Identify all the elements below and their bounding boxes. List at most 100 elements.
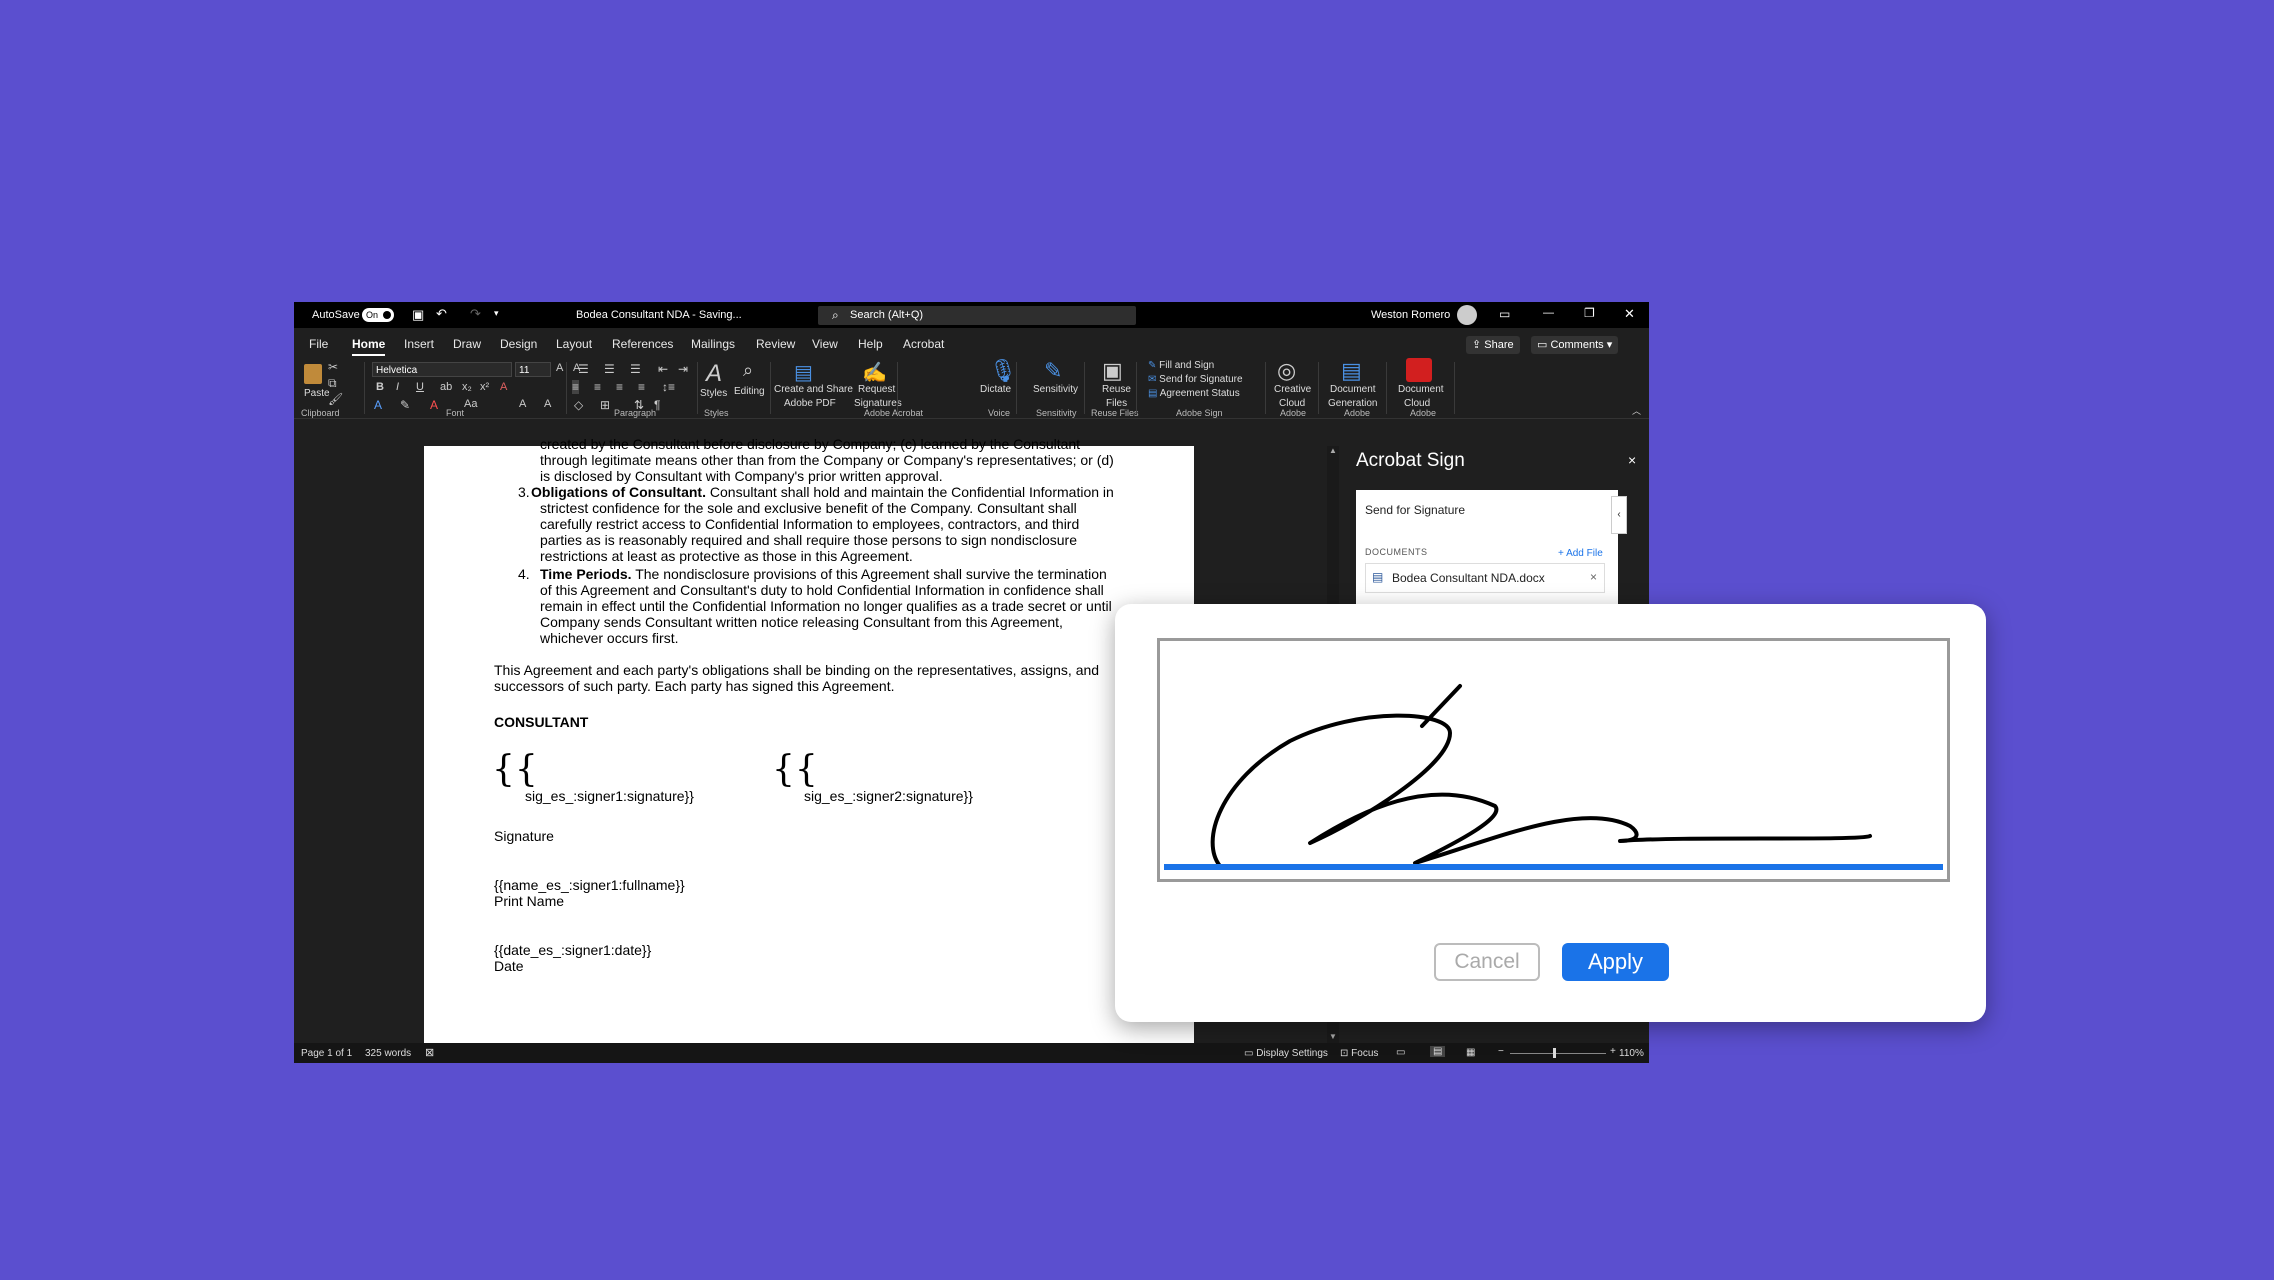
creative-label[interactable]: Creative <box>1274 384 1311 395</box>
proofing-icon[interactable]: ⊠ <box>425 1046 434 1059</box>
editing-label[interactable]: Editing <box>734 386 765 397</box>
pane-close-icon[interactable]: × <box>1628 452 1636 468</box>
align-left-icon[interactable]: ≡ <box>572 380 580 394</box>
cancel-button[interactable]: Cancel <box>1434 943 1540 981</box>
styles-label[interactable]: Styles <box>700 388 727 399</box>
tab-design[interactable]: Design <box>500 337 537 351</box>
redo-icon[interactable]: ↷ <box>470 306 481 322</box>
subscript-icon[interactable]: x₂ <box>462 381 472 393</box>
read-mode-icon[interactable]: ▭ <box>1396 1047 1405 1058</box>
pdf-create-icon[interactable]: ▤ <box>794 360 813 385</box>
zoom-slider-thumb[interactable] <box>1553 1048 1556 1058</box>
grow-font-icon[interactable]: A <box>556 362 563 374</box>
borders-icon[interactable]: ⊞ <box>600 398 610 412</box>
apply-button[interactable]: Apply <box>1562 943 1669 981</box>
italic-icon[interactable]: I <box>396 381 399 393</box>
document-cloud-icon[interactable] <box>1406 358 1432 382</box>
strikethrough-icon[interactable]: ab <box>440 381 452 393</box>
justify-icon[interactable]: ≡ <box>638 380 645 394</box>
search-box[interactable]: ⌕ Search (Alt+Q) <box>818 306 1136 325</box>
tab-mailings[interactable]: Mailings <box>691 337 735 351</box>
shrink-icon[interactable]: A <box>544 398 551 410</box>
tab-draw[interactable]: Draw <box>453 337 481 351</box>
sensitivity-label[interactable]: Sensitivity <box>1033 384 1078 395</box>
ribbon-display-icon[interactable]: ▭ <box>1499 307 1510 321</box>
collapse-ribbon-icon[interactable]: ︿ <box>1632 404 1641 417</box>
clear-format-icon[interactable]: A <box>500 381 507 393</box>
scroll-down-icon[interactable]: ▼ <box>1329 1032 1337 1041</box>
tab-insert[interactable]: Insert <box>404 337 434 351</box>
bold-icon[interactable]: B <box>376 381 384 393</box>
shading-icon[interactable]: ◇ <box>574 398 583 412</box>
text-effects-icon[interactable]: A <box>374 398 382 412</box>
tab-view[interactable]: View <box>812 337 838 351</box>
remove-file-icon[interactable]: × <box>1590 570 1597 584</box>
highlight-icon[interactable]: ✎ <box>400 398 410 412</box>
request-signatures-icon[interactable]: ✍ <box>862 360 887 385</box>
paste-icon[interactable] <box>304 364 322 384</box>
document-generation-icon[interactable]: ▤ <box>1341 358 1362 384</box>
font-color-icon[interactable]: A <box>430 398 438 412</box>
tab-file[interactable]: File <box>309 337 328 351</box>
multilevel-icon[interactable]: ☰ <box>630 362 641 376</box>
numbering-icon[interactable]: ☰ <box>604 362 615 376</box>
dictate-label[interactable]: Dictate <box>980 384 1011 395</box>
customize-icon[interactable]: ▾ <box>494 308 499 319</box>
reuse-files-icon[interactable]: ▣ <box>1102 358 1123 384</box>
document-page[interactable]: created by the Consultant before disclos… <box>424 436 1194 1045</box>
fill-and-sign-item[interactable]: ✎ Fill and Sign <box>1148 360 1214 371</box>
increase-indent-icon[interactable]: ⇥ <box>678 362 688 376</box>
bullets-icon[interactable]: ☰ <box>578 362 589 376</box>
align-right-icon[interactable]: ≡ <box>616 380 623 394</box>
grow-icon[interactable]: A <box>519 398 526 410</box>
font-size-select[interactable]: 11 <box>515 362 551 377</box>
tab-review[interactable]: Review <box>756 337 795 351</box>
superscript-icon[interactable]: x² <box>480 381 489 393</box>
save-icon[interactable]: ▣ <box>412 307 424 323</box>
file-row[interactable]: ▤ Bodea Consultant NDA.docx × <box>1365 563 1605 593</box>
decrease-indent-icon[interactable]: ⇤ <box>658 362 668 376</box>
page-count[interactable]: Page 1 of 1 <box>301 1048 352 1059</box>
tab-help[interactable]: Help <box>858 337 883 351</box>
comments-button[interactable]: ▭ Comments ▾ <box>1531 336 1619 354</box>
tab-layout[interactable]: Layout <box>556 337 592 351</box>
user-name[interactable]: Weston Romero <box>1371 309 1450 321</box>
zoom-out-icon[interactable]: − <box>1498 1046 1504 1057</box>
styles-icon[interactable]: A <box>706 360 722 388</box>
autosave-toggle[interactable]: On <box>362 308 394 322</box>
zoom-in-icon[interactable]: + <box>1610 1046 1616 1057</box>
signature-canvas[interactable] <box>1157 638 1950 882</box>
restore-icon[interactable]: ❐ <box>1584 306 1595 320</box>
word-count[interactable]: 325 words <box>365 1048 411 1059</box>
doccloud-label[interactable]: Document <box>1398 384 1444 395</box>
minimize-icon[interactable]: — <box>1543 307 1554 319</box>
document-title[interactable]: Bodea Consultant NDA - Saving... <box>576 309 742 321</box>
line-spacing-icon[interactable]: ↕≡ <box>662 380 675 394</box>
tab-acrobat[interactable]: Acrobat <box>903 337 944 351</box>
web-layout-icon[interactable]: ▦ <box>1466 1047 1475 1058</box>
scroll-up-icon[interactable]: ▲ <box>1329 446 1337 455</box>
avatar[interactable] <box>1457 305 1477 325</box>
zoom-level[interactable]: 110% <box>1619 1048 1644 1059</box>
microphone-icon[interactable]: 🎙 <box>989 358 1017 384</box>
sensitivity-icon[interactable]: ✎ <box>1044 358 1062 384</box>
add-file-link[interactable]: + Add File <box>1558 548 1603 559</box>
creative-cloud-icon[interactable]: ◎ <box>1277 358 1296 384</box>
create-share-label-2[interactable]: Adobe PDF <box>784 398 836 409</box>
collapse-chevron-icon[interactable]: ‹ <box>1611 496 1627 534</box>
font-name-select[interactable]: Helvetica <box>372 362 512 377</box>
print-layout-icon[interactable]: ▤ <box>1430 1046 1446 1057</box>
format-painter-icon[interactable]: 🖌 <box>328 392 343 406</box>
zoom-slider[interactable] <box>1510 1053 1606 1054</box>
align-center-icon[interactable]: ≡ <box>594 380 601 394</box>
reuse-label[interactable]: Reuse <box>1102 384 1131 395</box>
send-for-signature-item[interactable]: ✉ Send for Signature <box>1148 374 1243 385</box>
copy-icon[interactable]: ⧉ <box>328 376 337 391</box>
tab-references[interactable]: References <box>612 337 673 351</box>
close-icon[interactable]: ✕ <box>1624 306 1635 322</box>
cut-icon[interactable]: ✂ <box>328 360 338 374</box>
editing-icon[interactable]: ⌕ <box>743 360 753 381</box>
tab-home[interactable]: Home <box>352 337 386 356</box>
underline-icon[interactable]: U <box>416 381 424 393</box>
agreement-status-item[interactable]: ▤ Agreement Status <box>1148 388 1240 399</box>
